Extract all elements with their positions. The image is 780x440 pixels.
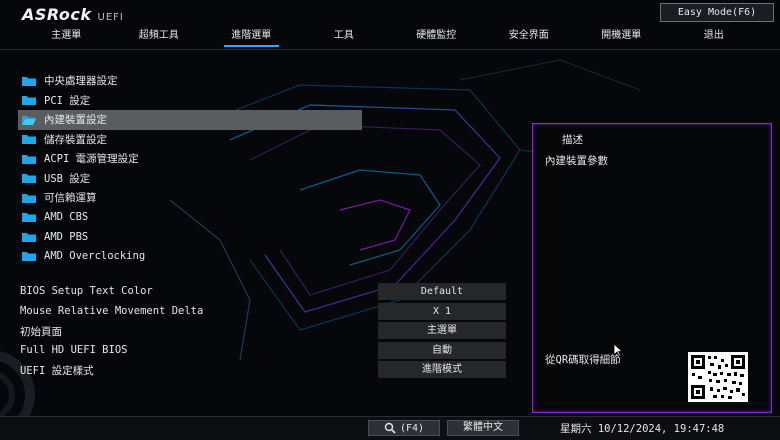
folder-open-icon (22, 115, 36, 125)
settings-list: BIOS Setup Text Color Default Mouse Rela… (18, 282, 508, 380)
setting-row-full-hd: Full HD UEFI BIOS 自動 (18, 341, 508, 361)
folder-icon (22, 134, 36, 145)
language-button[interactable]: 繁體中文 (447, 420, 519, 436)
asrock-logo: ASRock UEFI (22, 5, 132, 25)
menu-item-label: AMD CBS (44, 211, 89, 224)
tab-oc-tweaker[interactable]: 超頻工具 (113, 26, 206, 48)
advanced-menu-list: 中央處理器設定 PCI 設定 內建裝置設定 儲存裝置設定 ACPI 電源管理設定… (18, 71, 362, 266)
tab-security[interactable]: 安全界面 (483, 26, 576, 48)
setting-value-text-color[interactable]: Default (378, 283, 506, 300)
tabs-divider (0, 49, 780, 50)
folder-icon (22, 76, 36, 86)
menu-item-pci-configuration[interactable]: PCI 設定 (18, 91, 362, 111)
tab-main[interactable]: 主選單 (20, 26, 113, 48)
description-text: 內建裝置參數 (545, 155, 608, 167)
menu-item-storage-configuration[interactable]: 儲存裝置設定 (18, 130, 362, 150)
menu-item-amd-overclocking[interactable]: AMD Overclocking (18, 247, 362, 267)
folder-icon (22, 212, 36, 223)
setting-row-mouse-delta: Mouse Relative Movement Delta X 1 (18, 302, 508, 322)
qr-code-caption: 從QR碼取得細節 (545, 354, 621, 366)
menu-item-label: USB 設定 (44, 172, 91, 185)
menu-item-amd-cbs[interactable]: AMD CBS (18, 208, 362, 228)
search-icon (384, 422, 396, 434)
setting-value-initial-page[interactable]: 主選單 (378, 322, 506, 339)
menu-item-label: 中央處理器設定 (44, 75, 118, 88)
setting-label: Full HD UEFI BIOS (20, 343, 128, 356)
menu-item-acpi-configuration[interactable]: ACPI 電源管理設定 (18, 149, 362, 169)
menu-item-label: AMD PBS (44, 230, 89, 243)
logo-subtitle: UEFI (97, 12, 124, 23)
menu-item-amd-pbs[interactable]: AMD PBS (18, 227, 362, 247)
menu-item-label: 可信賴運算 (44, 192, 97, 205)
tab-exit[interactable]: 退出 (668, 26, 761, 48)
logo-text: ASRock (22, 5, 92, 24)
menu-item-usb-configuration[interactable]: USB 設定 (18, 169, 362, 189)
setting-value-setup-style[interactable]: 進階模式 (378, 361, 506, 378)
search-button[interactable]: (F4) (368, 420, 440, 436)
setting-label: Mouse Relative Movement Delta (20, 304, 204, 317)
tab-advanced[interactable]: 進階選單 (205, 26, 298, 48)
setting-label: BIOS Setup Text Color (20, 285, 153, 297)
menu-item-label: ACPI 電源管理設定 (44, 153, 139, 166)
setting-row-text-color: BIOS Setup Text Color Default (18, 282, 508, 302)
tab-hw-monitor[interactable]: 硬體監控 (390, 26, 483, 48)
folder-icon (22, 95, 36, 106)
setting-label: UEFI 設定樣式 (20, 365, 94, 377)
menu-item-cpu-configuration[interactable]: 中央處理器設定 (18, 71, 362, 91)
main-tabs: 主選單 超頻工具 進階選單 工具 硬體監控 安全界面 開機選單 退出 (20, 26, 760, 48)
setting-row-initial-page: 初始頁面 主選單 (18, 321, 508, 341)
menu-item-label: 儲存裝置設定 (44, 133, 107, 146)
easy-mode-button[interactable]: Easy Mode(F6) (660, 3, 774, 22)
setting-row-setup-style: UEFI 設定樣式 進階模式 (18, 360, 508, 380)
tab-tool[interactable]: 工具 (298, 26, 391, 48)
setting-value-full-hd[interactable]: 自動 (378, 341, 506, 359)
setting-value-mouse-delta[interactable]: X 1 (378, 302, 506, 320)
mouse-cursor-icon (613, 343, 623, 357)
setting-label: 初始頁面 (20, 326, 62, 338)
folder-icon (22, 251, 36, 262)
search-shortcut-label: (F4) (399, 422, 425, 434)
menu-item-label: AMD Overclocking (44, 250, 146, 263)
folder-icon (22, 173, 36, 184)
tab-boot[interactable]: 開機選單 (575, 26, 668, 48)
menu-item-trusted-computing[interactable]: 可信賴運算 (18, 188, 362, 208)
folder-icon (22, 193, 36, 203)
folder-icon (22, 232, 36, 242)
qr-code-image (688, 352, 748, 402)
folder-icon (22, 154, 36, 164)
description-title: 描述 (562, 134, 583, 146)
menu-item-onboard-devices[interactable]: 內建裝置設定 (18, 110, 362, 130)
menu-item-label: 內建裝置設定 (44, 114, 107, 127)
date-time-display: 星期六 10/12/2024, 19:47:48 (560, 423, 725, 435)
menu-item-label: PCI 設定 (44, 94, 91, 107)
